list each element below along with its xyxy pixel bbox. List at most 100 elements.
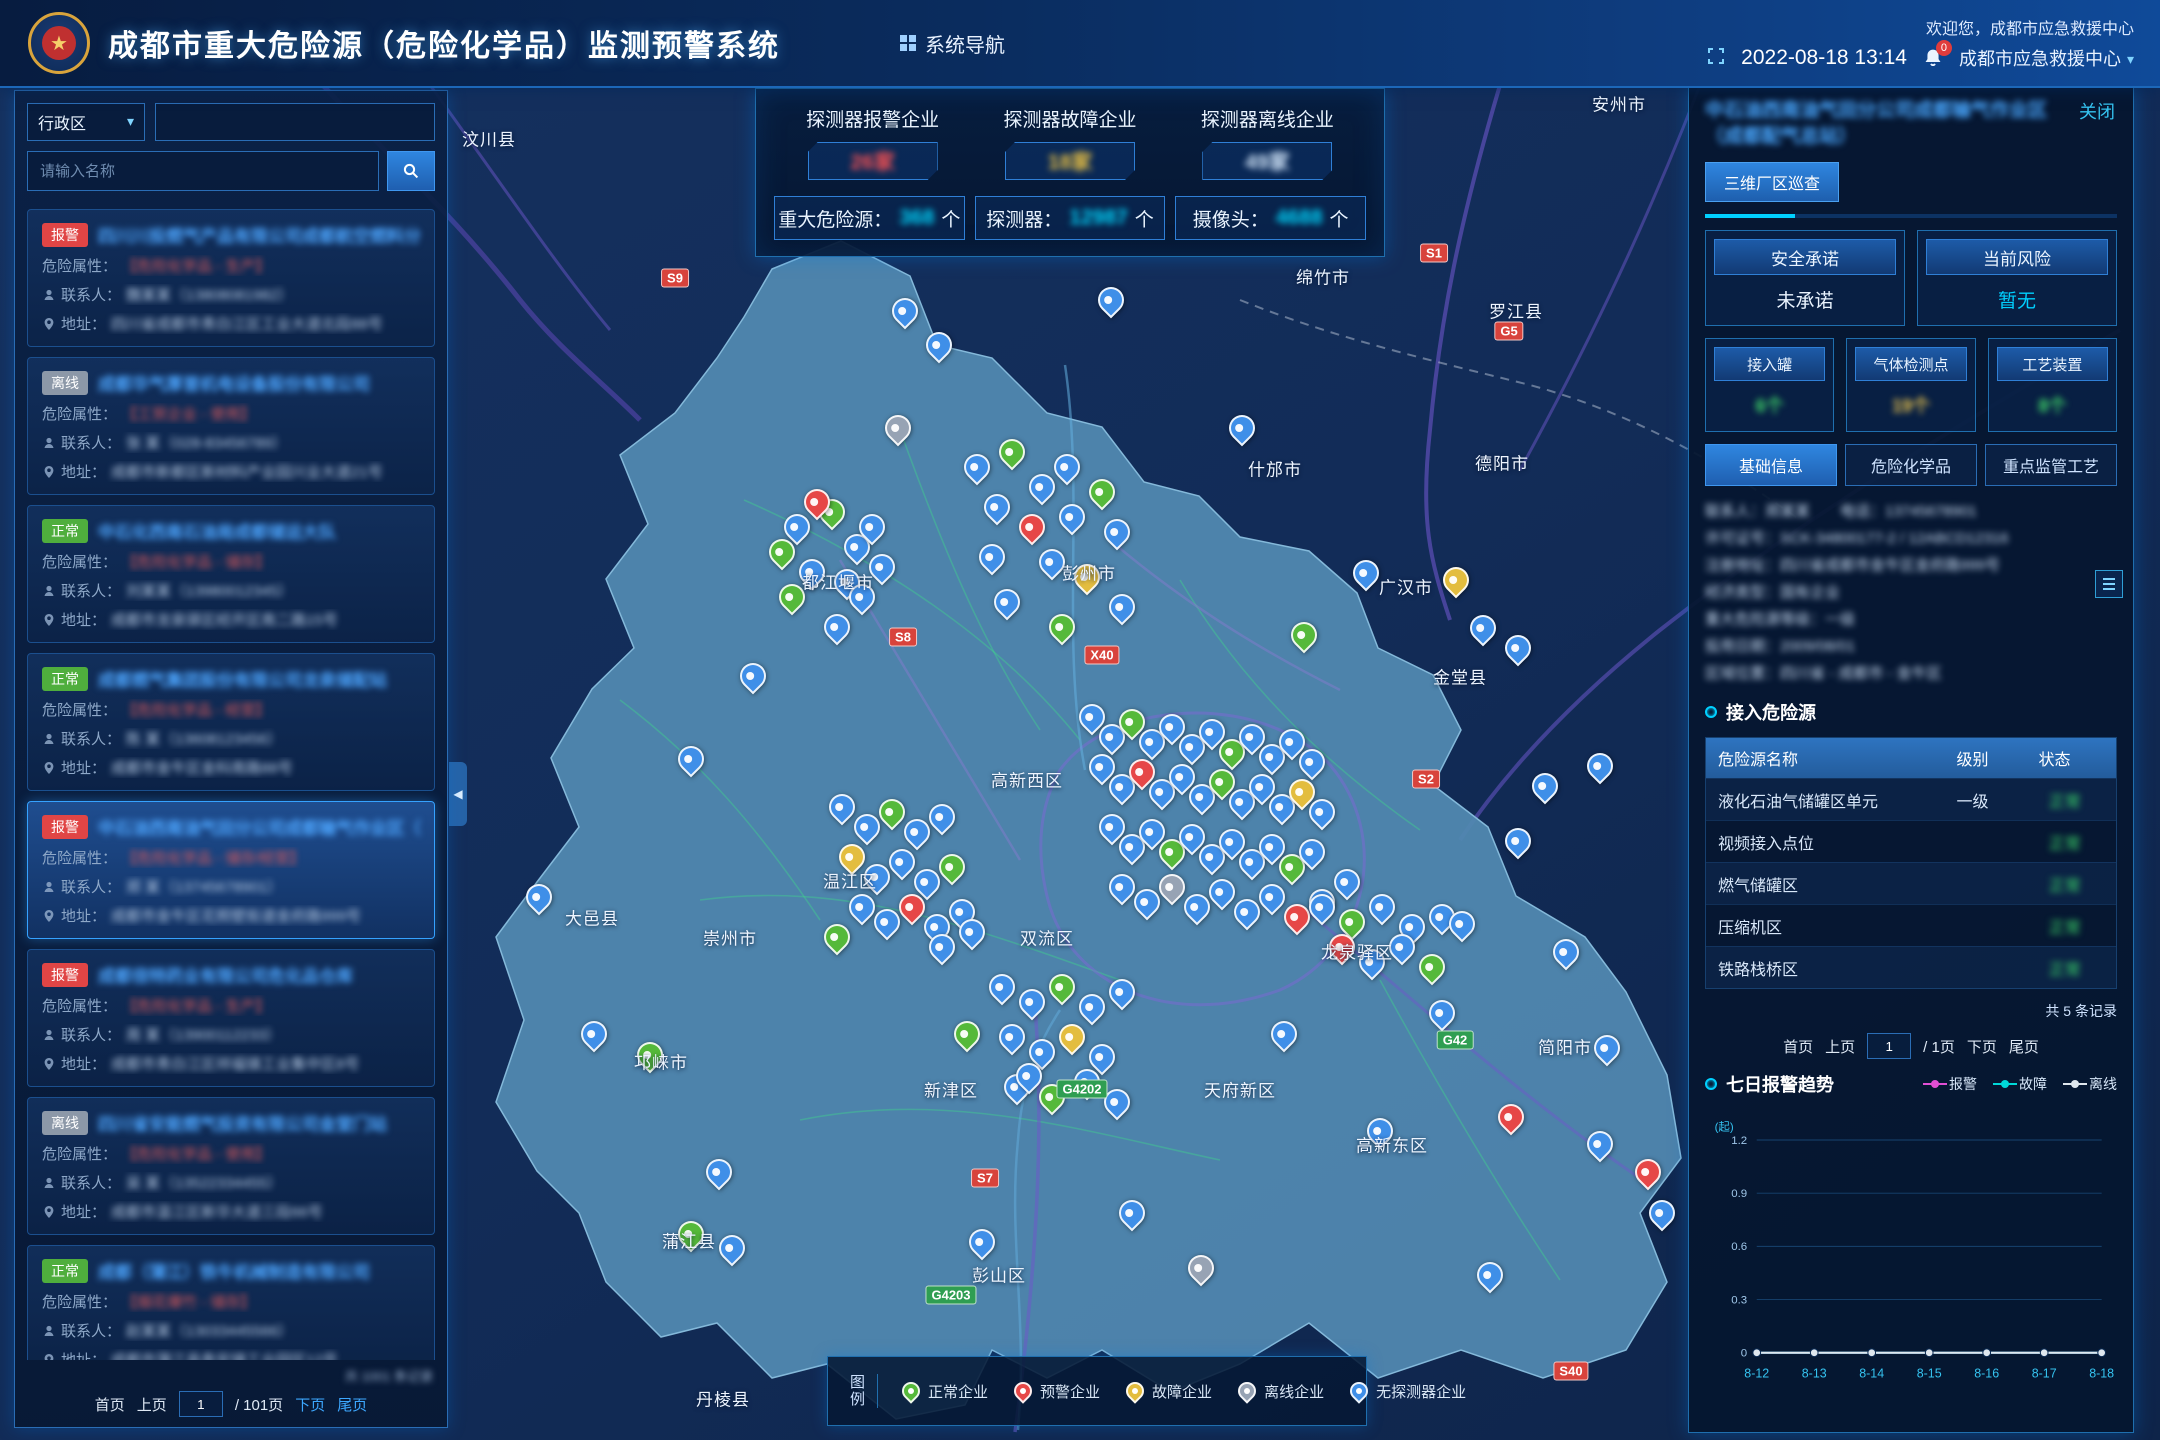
map-marker[interactable]	[989, 584, 1026, 621]
map-marker[interactable]	[1054, 1019, 1091, 1056]
map-marker[interactable]	[1183, 1250, 1220, 1287]
map-marker[interactable]	[1104, 974, 1141, 1011]
map-marker[interactable]	[1548, 934, 1585, 971]
last-page-link[interactable]: 尾页	[2009, 1036, 2039, 1057]
company-card[interactable]: 报警 成都倍特药业有限公司危化品仓库 危险属性： 【危险化学品 - 生产】 联系…	[27, 949, 435, 1087]
map-marker[interactable]	[887, 293, 924, 330]
map-marker[interactable]	[1500, 823, 1537, 860]
company-name[interactable]: 成都华气厚普机电设备股份有限公司	[98, 370, 370, 395]
prev-page-link[interactable]: 上页	[137, 1394, 167, 1415]
map-marker[interactable]	[1500, 630, 1537, 667]
plant-tour-button[interactable]: 三维厂区巡查	[1705, 162, 1839, 202]
map-marker[interactable]	[819, 919, 856, 956]
map-marker[interactable]	[1099, 514, 1136, 551]
first-page-link[interactable]: 首页	[95, 1394, 125, 1415]
hazard-row[interactable]: 液化石油气储罐区单元 一级 正常	[1706, 778, 2116, 820]
district-dropdown[interactable]: 行政区	[27, 103, 145, 141]
notification-bell-icon[interactable]: 0	[1923, 48, 1943, 68]
next-page-link[interactable]: 下页	[295, 1394, 325, 1415]
fullscreen-icon[interactable]	[1707, 47, 1725, 70]
district-select-input[interactable]	[155, 103, 435, 141]
page-input[interactable]	[1867, 1033, 1911, 1059]
tab-key-processes[interactable]: 重点监管工艺	[1985, 444, 2117, 486]
map-marker[interactable]	[1093, 282, 1130, 319]
map-marker[interactable]	[1044, 969, 1081, 1006]
map-marker[interactable]	[576, 1016, 613, 1053]
next-page-link[interactable]: 下页	[1967, 1036, 1997, 1057]
map-marker[interactable]	[979, 489, 1016, 526]
map-marker[interactable]	[673, 741, 710, 778]
map-marker[interactable]	[1024, 469, 1061, 506]
system-nav-button[interactable]: 系统导航	[900, 29, 1005, 58]
search-input[interactable]	[27, 151, 379, 191]
map-marker[interactable]	[1465, 610, 1502, 647]
company-name[interactable]: 成都燃气集团股份有限公司龙泉储配站	[98, 666, 387, 691]
map-marker[interactable]	[1084, 474, 1121, 511]
close-button[interactable]: 关闭	[2079, 98, 2115, 124]
sidebar-collapse-button[interactable]: ◀	[449, 762, 467, 826]
company-card[interactable]: 报警 中石油西南油气田分公司成都输气作业区（成都配气总站） 危险属性： 【危险化…	[27, 801, 435, 939]
card-title[interactable]: 安全承诺	[1714, 239, 1896, 275]
map-marker[interactable]	[1044, 609, 1081, 646]
company-name[interactable]: 成都倍特药业有限公司危化品仓库	[98, 962, 353, 987]
map-marker[interactable]	[984, 969, 1021, 1006]
map-marker[interactable]	[921, 327, 958, 364]
card-title[interactable]: 气体检测点	[1855, 347, 1966, 381]
company-name[interactable]: 四川川投燃气产品有限公司成都航空燃料分公司	[98, 222, 420, 247]
map-marker[interactable]	[880, 410, 917, 447]
map-marker[interactable]	[1266, 1016, 1303, 1053]
company-list[interactable]: 报警 四川川投燃气产品有限公司成都航空燃料分公司 危险属性： 【危险化学品 - …	[15, 199, 447, 1360]
map-marker[interactable]	[1582, 748, 1619, 785]
page-input[interactable]	[179, 1391, 223, 1417]
company-card[interactable]: 离线 四川省安能燃气投资有限公司金堂门站 危险属性： 【危险化学品 - 使用】 …	[27, 1097, 435, 1235]
company-name[interactable]: 中石油西南油气田分公司成都输气作业区（成都配气总站）	[98, 814, 420, 839]
hazard-row[interactable]: 铁路栈桥区 正常	[1706, 946, 2116, 988]
map-marker[interactable]	[994, 1019, 1031, 1056]
tab-basic-info[interactable]: 基础信息	[1705, 444, 1837, 486]
map-marker[interactable]	[1329, 864, 1366, 901]
map-marker[interactable]	[819, 609, 856, 646]
card-title[interactable]: 工艺装置	[1997, 347, 2108, 381]
map-marker[interactable]	[959, 449, 996, 486]
map-marker[interactable]	[994, 434, 1031, 471]
map-marker[interactable]	[701, 1154, 738, 1191]
card-title[interactable]: 当前风险	[1926, 239, 2108, 275]
map-marker[interactable]	[1438, 562, 1475, 599]
map-marker[interactable]	[1582, 1126, 1619, 1163]
map-marker[interactable]	[735, 658, 772, 695]
map-marker[interactable]	[714, 1230, 751, 1267]
tab-hazardous-chemicals[interactable]: 危险化学品	[1845, 444, 1977, 486]
company-card[interactable]: 正常 成都燃气集团股份有限公司龙泉储配站 危险属性： 【危险化学品 - 经营】 …	[27, 653, 435, 791]
map-marker[interactable]	[1224, 410, 1261, 447]
map-marker[interactable]	[964, 1224, 1001, 1261]
search-button[interactable]	[387, 151, 435, 191]
map-marker[interactable]	[1074, 989, 1111, 1026]
map-marker[interactable]	[974, 539, 1011, 576]
hazard-row[interactable]: 压缩机区 正常	[1706, 904, 2116, 946]
company-card[interactable]: 报警 四川川投燃气产品有限公司成都航空燃料分公司 危险属性： 【危险化学品 - …	[27, 209, 435, 347]
hazard-row[interactable]: 燃气储罐区 正常	[1706, 862, 2116, 904]
map-marker[interactable]	[1424, 995, 1461, 1032]
map-marker[interactable]	[949, 1016, 986, 1053]
company-name[interactable]: 成都（蒲江）铁牛机械制造有限公司	[98, 1258, 370, 1283]
org-dropdown[interactable]: 成都市应急救援中心	[1959, 45, 2134, 71]
company-name[interactable]: 四川省安能燃气投资有限公司金堂门站	[98, 1110, 387, 1135]
map-marker[interactable]	[1364, 889, 1401, 926]
prev-page-link[interactable]: 上页	[1825, 1036, 1855, 1057]
map-marker[interactable]	[1630, 1154, 1667, 1191]
map-marker[interactable]	[1104, 589, 1141, 626]
card-title[interactable]: 接入罐	[1714, 347, 1825, 381]
map-marker[interactable]	[1589, 1030, 1626, 1067]
map-marker[interactable]	[1114, 1195, 1151, 1232]
map-marker[interactable]	[1014, 509, 1051, 546]
company-name[interactable]: 中石化西南石油局成都储运大队	[98, 518, 336, 543]
company-card[interactable]: 正常 成都（蒲江）铁牛机械制造有限公司 危险属性： 【烟花爆竹 - 储存】 联系…	[27, 1245, 435, 1360]
map-marker[interactable]	[1644, 1195, 1681, 1232]
expand-info-button[interactable]	[2095, 570, 2123, 598]
map-marker[interactable]	[1493, 1099, 1530, 1136]
first-page-link[interactable]: 首页	[1783, 1036, 1813, 1057]
map-marker[interactable]	[1054, 499, 1091, 536]
map-marker[interactable]	[1286, 617, 1323, 654]
map-marker[interactable]	[1014, 984, 1051, 1021]
map-marker[interactable]	[521, 879, 558, 916]
